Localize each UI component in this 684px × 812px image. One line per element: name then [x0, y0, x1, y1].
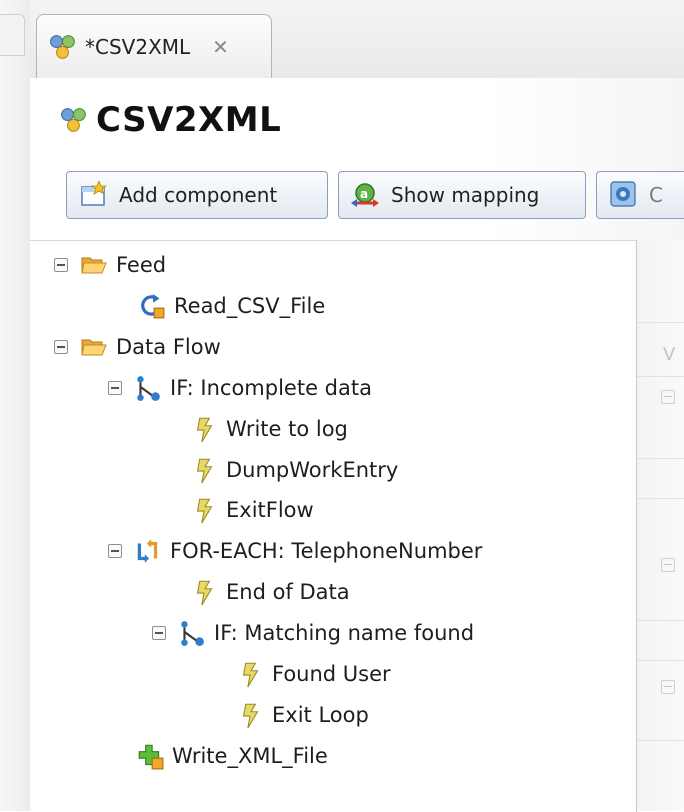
write-plus-icon: [138, 744, 164, 770]
tree-node-if-incomplete-data[interactable]: IF: Incomplete data: [108, 370, 372, 406]
svg-text:a: a: [360, 187, 368, 201]
collapse-toggle[interactable]: [108, 544, 122, 558]
divider: [637, 740, 684, 741]
folder-open-icon: [81, 257, 107, 274]
collapse-toggle[interactable]: [54, 340, 68, 354]
divider: [637, 498, 684, 499]
tree-node-found-user[interactable]: Found User: [236, 656, 391, 692]
tree-node-feed[interactable]: Feed: [54, 247, 166, 283]
editor-header: CSV2XML Add component a Show mapping C: [30, 78, 684, 240]
tree-node-label: IF: Incomplete data: [170, 376, 372, 400]
action-bolt-icon: [197, 580, 213, 606]
action-bolt-icon: [243, 662, 259, 688]
folder-open-icon: [81, 339, 107, 356]
action-bolt-icon: [197, 458, 213, 484]
divider: [637, 620, 684, 621]
tree-node-label: IF: Matching name found: [214, 621, 475, 645]
tree-node-label: End of Data: [226, 580, 350, 604]
component-cluster-icon: [61, 108, 86, 132]
tree-node-label: FOR-EACH: TelephoneNumber: [170, 539, 483, 563]
tree-node-label: Found User: [272, 662, 391, 686]
page-title-row: CSV2XML: [60, 100, 281, 140]
branch-if-icon: [180, 620, 205, 647]
previous-tab-edge: [0, 0, 31, 811]
tree-node-label: Feed: [116, 253, 167, 277]
collapse-toggle[interactable]: [661, 558, 675, 572]
tree-node-write-to-log[interactable]: Write to log: [190, 411, 348, 447]
collapse-toggle[interactable]: [152, 626, 166, 640]
loop-foreach-icon: [137, 537, 158, 565]
flow-tree: Feed Read_CSV_File Data Flow IF: Incompl…: [30, 240, 637, 812]
tree-node-label: Write to log: [226, 417, 348, 441]
tree-node-label: DumpWorkEntry: [226, 458, 399, 482]
tree-node-label: Data Flow: [116, 335, 221, 359]
tree-node-read-csv-file[interactable]: Read_CSV_File: [138, 288, 325, 324]
collapse-toggle[interactable]: [661, 680, 675, 694]
properties-panel-edge: V: [637, 240, 684, 811]
show-mapping-label: Show mapping: [391, 183, 540, 207]
collapse-toggle[interactable]: [108, 381, 122, 395]
third-button-label: C: [649, 183, 663, 207]
divider: [637, 376, 684, 377]
collapse-toggle[interactable]: [54, 258, 68, 272]
action-bolt-icon: [197, 498, 213, 524]
divider: [637, 322, 684, 323]
close-icon[interactable]: ✕: [212, 35, 229, 59]
tab-label: *CSV2XML: [85, 34, 191, 59]
divider: [637, 660, 684, 661]
gear-icon: [610, 181, 636, 207]
add-component-icon: [81, 181, 108, 206]
tab-strip: *CSV2XML ✕: [30, 0, 684, 79]
add-component-button[interactable]: Add component: [66, 171, 328, 219]
tree-node-label: Write_XML_File: [172, 744, 328, 768]
component-cluster-icon: [50, 34, 75, 59]
action-bolt-icon: [243, 703, 259, 729]
tree-node-exitflow[interactable]: ExitFlow: [190, 492, 314, 528]
tree-node-end-of-data[interactable]: End of Data: [190, 574, 350, 610]
tree-node-foreach-telephonenumber[interactable]: FOR-EACH: TelephoneNumber: [108, 533, 482, 569]
read-refresh-icon: [141, 292, 166, 320]
page-title: CSV2XML: [96, 100, 282, 140]
editor-panel: *CSV2XML ✕ CSV2XML Add component a Show …: [30, 0, 684, 812]
mapping-icon: a: [351, 183, 379, 207]
tree-node-exit-loop[interactable]: Exit Loop: [236, 697, 369, 733]
tree-node-dumpworkentry[interactable]: DumpWorkEntry: [190, 452, 398, 488]
tree-node-label: ExitFlow: [226, 498, 314, 522]
tree-node-if-matching-name-found[interactable]: IF: Matching name found: [152, 615, 474, 651]
tab-csv2xml[interactable]: *CSV2XML ✕: [36, 14, 272, 78]
add-component-label: Add component: [119, 183, 278, 207]
previous-tab-fragment[interactable]: [0, 14, 25, 56]
collapse-toggle[interactable]: [661, 390, 675, 404]
tree-node-data-flow[interactable]: Data Flow: [54, 329, 221, 365]
tree-node-label: Read_CSV_File: [174, 294, 326, 318]
tree-node-label: Exit Loop: [272, 703, 369, 727]
third-toolbar-button[interactable]: C: [596, 171, 684, 219]
divider: [637, 458, 684, 459]
tree-node-write-xml-file[interactable]: Write_XML_File: [136, 738, 328, 774]
branch-if-icon: [136, 375, 161, 402]
action-bolt-icon: [197, 417, 213, 443]
show-mapping-button[interactable]: a Show mapping: [338, 171, 586, 219]
column-header-fragment: V: [663, 344, 676, 365]
